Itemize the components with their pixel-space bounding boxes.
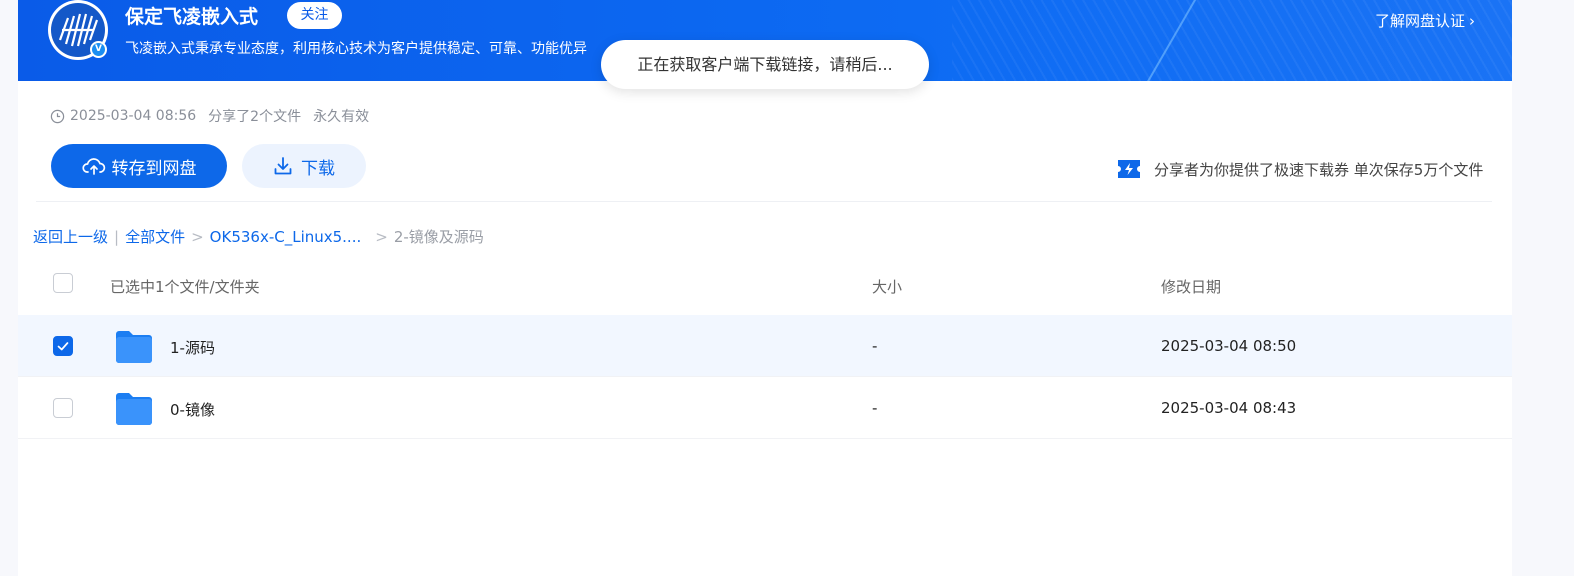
- share-validity: 永久有效: [313, 109, 370, 125]
- breadcrumb-current: 2-镜像及源码: [393, 228, 484, 246]
- verified-badge-icon: V: [90, 41, 107, 58]
- file-size: -: [872, 399, 878, 417]
- row-checkbox[interactable]: [53, 336, 73, 356]
- folder-icon: [116, 393, 152, 425]
- follow-button[interactable]: 关注: [287, 2, 342, 29]
- checkmark-icon: [57, 342, 69, 351]
- save-to-netdisk-button[interactable]: 转存到网盘: [51, 144, 227, 188]
- section-divider: [36, 201, 1492, 202]
- file-date: 2025-03-04 08:50: [1161, 337, 1297, 355]
- row-checkbox[interactable]: [53, 398, 73, 418]
- verify-link-label: 了解网盘认证: [1375, 12, 1466, 30]
- share-meta: 2025-03-04 08:56 分享了2个文件 永久有效: [50, 106, 369, 126]
- file-name[interactable]: 0-镜像: [170, 399, 215, 420]
- breadcrumb-root-link[interactable]: 全部文件: [125, 226, 185, 247]
- share-file-count: 分享了2个文件: [208, 109, 302, 125]
- owner-name: 保定飞凌嵌入式: [125, 6, 259, 28]
- cloud-upload-icon: [81, 158, 105, 175]
- breadcrumb-divider: |: [114, 227, 120, 246]
- column-size-header[interactable]: 大小: [872, 276, 902, 297]
- owner-description: 飞凌嵌入式秉承专业态度，利用核心技术为客户提供稳定、可靠、功能优异: [125, 41, 587, 57]
- file-date: 2025-03-04 08:43: [1161, 399, 1297, 417]
- breadcrumb: 返回上一级 | 全部文件 > OK536x-C_Linux5.... > 2-镜…: [33, 226, 484, 247]
- file-size: -: [872, 337, 878, 355]
- speed-coupon-text: 分享者为你提供了极速下载券 单次保存5万个文件: [1154, 160, 1484, 179]
- verify-info-link[interactable]: 了解网盘认证 ›: [1375, 10, 1475, 31]
- breadcrumb-separator: >: [375, 227, 388, 246]
- table-row[interactable]: 1-源码 - 2025-03-04 08:50: [18, 315, 1512, 377]
- download-icon: [274, 157, 292, 175]
- column-date-header[interactable]: 修改日期: [1161, 276, 1221, 297]
- breadcrumb-back-link[interactable]: 返回上一级: [33, 226, 108, 247]
- file-table-header: 已选中1个文件/文件夹 大小 修改日期: [18, 260, 1512, 312]
- table-row[interactable]: 0-镜像 - 2025-03-04 08:43: [18, 377, 1512, 439]
- folder-icon: [116, 331, 152, 363]
- file-name[interactable]: 1-源码: [170, 337, 215, 358]
- chevron-right-icon: ›: [1469, 12, 1476, 30]
- speed-ticket-icon: [1118, 160, 1140, 178]
- share-date: 2025-03-04 08:56: [70, 108, 197, 124]
- breadcrumb-level1-link[interactable]: OK536x-C_Linux5....: [210, 228, 362, 246]
- download-button[interactable]: 下载: [242, 144, 366, 188]
- save-button-label: 转存到网盘: [111, 158, 197, 179]
- selection-count: 已选中1个文件/文件夹: [110, 278, 260, 296]
- loading-toast: 正在获取客户端下载链接，请稍后...: [601, 40, 929, 89]
- speed-coupon-notice: 分享者为你提供了极速下载券 单次保存5万个文件: [1116, 158, 1483, 180]
- select-all-checkbox[interactable]: [53, 273, 73, 293]
- download-button-label: 下载: [301, 158, 335, 179]
- clock-icon: [50, 109, 65, 123]
- breadcrumb-separator: >: [191, 227, 204, 246]
- share-page: V 保定飞凌嵌入式 关注 飞凌嵌入式秉承专业态度，利用核心技术为客户提供稳定、可…: [18, 0, 1512, 576]
